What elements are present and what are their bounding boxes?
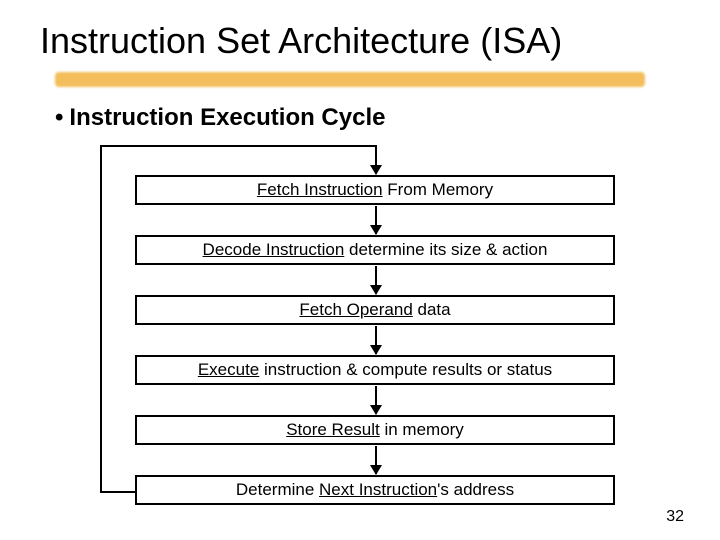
arrow-decode-fop — [375, 266, 377, 294]
subtitle: •Instruction Execution Cycle — [55, 104, 385, 132]
slide-title: Instruction Set Architecture (ISA) — [40, 20, 700, 62]
step-fetch-instruction: Fetch Instruction From Memory — [135, 175, 615, 205]
arrow-fetch-decode — [375, 206, 377, 234]
step5-rest: in memory — [380, 420, 464, 439]
step1-key: Fetch Instruction — [257, 180, 383, 199]
step-store-result: Store Result in memory — [135, 415, 615, 445]
step-decode-instruction: Decode Instruction determine its size & … — [135, 235, 615, 265]
step6-key: Next Instruction — [319, 480, 437, 499]
title-underline — [55, 72, 645, 87]
step5-key: Store Result — [286, 420, 380, 439]
step4-rest: instruction & compute results or status — [259, 360, 552, 379]
step2-key: Decode Instruction — [203, 240, 345, 259]
step6-pre: Determine — [236, 480, 319, 499]
step6-rest: 's address — [437, 480, 514, 499]
arrow-fop-execute — [375, 326, 377, 354]
subtitle-text: Instruction Execution Cycle — [69, 104, 385, 131]
step-next-instruction: Determine Next Instruction's address — [135, 475, 615, 505]
step3-key: Fetch Operand — [299, 300, 412, 319]
step1-rest: From Memory — [383, 180, 494, 199]
arrow-store-next — [375, 446, 377, 474]
loop-line-left — [100, 145, 102, 491]
step2-rest: determine its size & action — [344, 240, 547, 259]
page-number: 32 — [666, 508, 684, 526]
arrow-execute-store — [375, 386, 377, 414]
bullet-icon: • — [55, 104, 63, 132]
step4-key: Execute — [198, 360, 259, 379]
step-fetch-operand: Fetch Operand data — [135, 295, 615, 325]
execution-cycle-diagram: Fetch Instruction From Memory Decode Ins… — [115, 145, 635, 505]
arrow-into-fetch — [375, 145, 377, 174]
step3-rest: data — [413, 300, 451, 319]
step-execute: Execute instruction & compute results or… — [135, 355, 615, 385]
loop-line-top — [100, 145, 377, 147]
